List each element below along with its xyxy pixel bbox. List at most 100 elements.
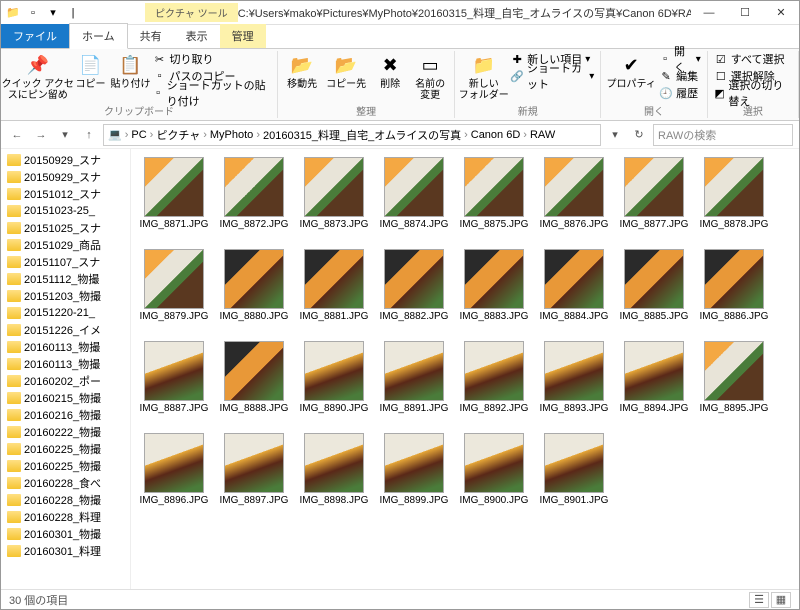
paste-button[interactable]: 📋貼り付け (113, 51, 149, 92)
folder-icon (7, 290, 21, 302)
file-item[interactable]: IMG_8898.JPG (295, 431, 373, 521)
file-item[interactable]: IMG_8876.JPG (535, 155, 613, 245)
file-item[interactable]: IMG_8887.JPG (135, 339, 213, 429)
breadcrumb-segment[interactable]: 20160315_料理_自宅_オムライスの写真 (263, 127, 461, 143)
view-thumbnails-button[interactable]: ▦ (771, 592, 791, 608)
back-button[interactable]: ← (7, 125, 27, 145)
tab-manage[interactable]: 管理 (220, 24, 266, 48)
shortcut-button[interactable]: 🔗ショートカット▾ (510, 68, 594, 84)
sidebar-item[interactable]: 20151025_スナ (1, 219, 130, 236)
sidebar-item[interactable]: 20151220-21_ (1, 304, 130, 321)
invert-button[interactable]: ◩選択の切り替え (714, 85, 792, 101)
file-item[interactable]: IMG_8899.JPG (375, 431, 453, 521)
tab-view[interactable]: 表示 (174, 24, 220, 48)
sidebar-item[interactable]: 20151029_商品 (1, 236, 130, 253)
file-item[interactable]: IMG_8883.JPG (455, 247, 533, 337)
edit-button[interactable]: ✎編集 (659, 68, 701, 84)
thumbnail (144, 341, 204, 401)
file-item[interactable]: IMG_8890.JPG (295, 339, 373, 429)
file-item[interactable]: IMG_8891.JPG (375, 339, 453, 429)
file-item[interactable]: IMG_8901.JPG (535, 431, 613, 521)
sidebar-item[interactable]: 20150929_スナ (1, 168, 130, 185)
file-item[interactable]: IMG_8884.JPG (535, 247, 613, 337)
sidebar-item[interactable]: 20160228_料理 (1, 508, 130, 525)
sidebar-item[interactable]: 20151203_物撮 (1, 287, 130, 304)
file-item[interactable]: IMG_8894.JPG (615, 339, 693, 429)
rename-button[interactable]: ▭名前の 変更 (412, 51, 448, 103)
file-item[interactable]: IMG_8885.JPG (615, 247, 693, 337)
refresh-button[interactable]: ↻ (629, 125, 649, 145)
history-dropdown[interactable]: ▾ (605, 125, 625, 145)
file-item[interactable]: IMG_8893.JPG (535, 339, 613, 429)
pin-button[interactable]: 📌クイック アクセ スにピン留め (7, 51, 69, 103)
sidebar-item[interactable]: 20160215_物撮 (1, 389, 130, 406)
sidebar-item[interactable]: 20151107_スナ (1, 253, 130, 270)
copy-button[interactable]: 📄コピー (73, 51, 109, 92)
file-item[interactable]: IMG_8877.JPG (615, 155, 693, 245)
tab-share[interactable]: 共有 (128, 24, 174, 48)
file-item[interactable]: IMG_8881.JPG (295, 247, 373, 337)
copyto-button[interactable]: 📂コピー先 (324, 51, 368, 92)
sidebar-item[interactable]: 20160228_食べ (1, 474, 130, 491)
search-input[interactable]: RAWの検索 (653, 124, 793, 146)
file-item[interactable]: IMG_8896.JPG (135, 431, 213, 521)
file-item[interactable]: IMG_8895.JPG (695, 339, 773, 429)
tab-file[interactable]: ファイル (1, 24, 69, 48)
maximize-button[interactable]: ☐ (727, 1, 763, 25)
file-item[interactable]: IMG_8888.JPG (215, 339, 293, 429)
sidebar-item[interactable]: 20151226_イメ (1, 321, 130, 338)
moveto-button[interactable]: 📂移動先 (284, 51, 320, 92)
file-item[interactable]: IMG_8880.JPG (215, 247, 293, 337)
sidebar-item[interactable]: 20150929_スナ (1, 151, 130, 168)
sidebar-item[interactable]: 20160225_物撮 (1, 440, 130, 457)
minimize-button[interactable]: — (691, 1, 727, 25)
sidebar-item[interactable]: 20160202_ポー (1, 372, 130, 389)
pasteshortcut-button[interactable]: ▫ショートカットの貼り付け (153, 85, 272, 101)
file-item[interactable]: IMG_8886.JPG (695, 247, 773, 337)
sidebar-item[interactable]: 20160301_料理 (1, 542, 130, 559)
close-button[interactable]: ✕ (763, 1, 799, 25)
view-details-button[interactable]: ☰ (749, 592, 769, 608)
file-item[interactable]: IMG_8879.JPG (135, 247, 213, 337)
sidebar-item[interactable]: 20160113_物撮 (1, 338, 130, 355)
qat-dropdown[interactable]: ▾ (45, 5, 61, 21)
file-item[interactable]: IMG_8900.JPG (455, 431, 533, 521)
selectall-button[interactable]: ☑すべて選択 (714, 51, 792, 67)
forward-button[interactable]: → (31, 125, 51, 145)
cut-button[interactable]: ✂切り取り (153, 51, 272, 67)
sidebar-item[interactable]: 20160228_物撮 (1, 491, 130, 508)
sidebar-item[interactable]: 20151112_物撮 (1, 270, 130, 287)
sidebar-item[interactable]: 20151023-25_ (1, 202, 130, 219)
newfolder-button[interactable]: 📁新しい フォルダー (461, 51, 506, 103)
file-item[interactable]: IMG_8892.JPG (455, 339, 533, 429)
breadcrumb-segment[interactable]: ピクチャ (156, 127, 200, 143)
file-item[interactable]: IMG_8872.JPG (215, 155, 293, 245)
sidebar-item[interactable]: 20160216_物撮 (1, 406, 130, 423)
breadcrumb-segment[interactable]: Canon 6D (471, 129, 521, 141)
sidebar-item[interactable]: 20160301_物撮 (1, 525, 130, 542)
sidebar-item[interactable]: 20160225_物撮 (1, 457, 130, 474)
file-item[interactable]: IMG_8878.JPG (695, 155, 773, 245)
up-button[interactable]: ↑ (79, 125, 99, 145)
qat-btn[interactable]: ▫ (25, 5, 41, 21)
breadcrumb-segment[interactable]: RAW (530, 129, 555, 141)
properties-button[interactable]: ✔プロパティ (607, 51, 655, 92)
file-item[interactable]: IMG_8882.JPG (375, 247, 453, 337)
file-item[interactable]: IMG_8871.JPG (135, 155, 213, 245)
delete-button[interactable]: ✖削除 (372, 51, 408, 92)
sidebar-item[interactable]: 20151012_スナ (1, 185, 130, 202)
open-button[interactable]: ▫開く▾ (659, 51, 701, 67)
file-item[interactable]: IMG_8875.JPG (455, 155, 533, 245)
breadcrumb-segment[interactable]: MyPhoto (210, 129, 253, 141)
file-item[interactable]: IMG_8873.JPG (295, 155, 373, 245)
file-pane[interactable]: IMG_8871.JPGIMG_8872.JPGIMG_8873.JPGIMG_… (131, 149, 799, 589)
sidebar-item[interactable]: 20160222_物撮 (1, 423, 130, 440)
tab-home[interactable]: ホーム (69, 23, 128, 49)
history-button[interactable]: 🕘履歴 (659, 85, 701, 101)
recent-dropdown[interactable]: ▾ (55, 125, 75, 145)
file-item[interactable]: IMG_8897.JPG (215, 431, 293, 521)
sidebar-item[interactable]: 20160113_物撮 (1, 355, 130, 372)
breadcrumb[interactable]: 💻›PC›ピクチャ›MyPhoto›20160315_料理_自宅_オムライスの写… (103, 124, 601, 146)
file-item[interactable]: IMG_8874.JPG (375, 155, 453, 245)
breadcrumb-segment[interactable]: PC (131, 129, 146, 141)
